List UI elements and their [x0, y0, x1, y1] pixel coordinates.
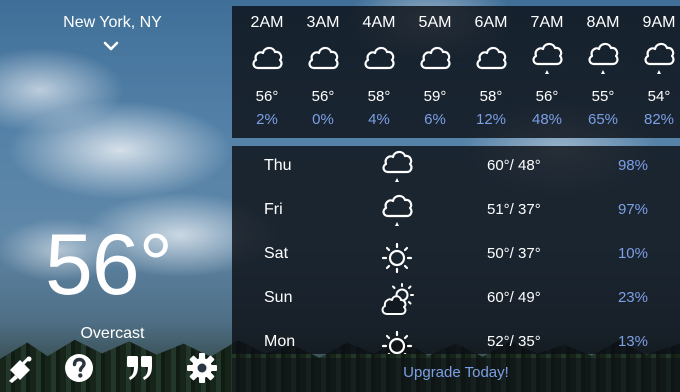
hour-temp: 56°: [311, 88, 335, 105]
day-precip: 13%: [617, 333, 648, 350]
hour-time: 3AM: [306, 14, 340, 31]
hour-temp: 58°: [367, 88, 391, 105]
hour-temp: 56°: [535, 88, 559, 105]
satellite-dish-icon[interactable]: [6, 352, 38, 384]
drizzle-icon: [644, 42, 675, 76]
daily-row[interactable]: Mon 52°/ 35° 13%: [232, 322, 680, 354]
day-high-low: 52°/ 35°: [487, 333, 541, 350]
location-name[interactable]: New York, NY: [0, 14, 225, 32]
cloud-icon: [252, 46, 283, 70]
hour-time: 8AM: [586, 14, 620, 31]
hour-precip: 6%: [424, 111, 446, 128]
hour-precip: 65%: [587, 111, 619, 128]
day-name: Fri: [264, 201, 283, 218]
day-precip: 10%: [617, 245, 648, 262]
chevron-down-icon[interactable]: [103, 40, 119, 52]
hour-temp: 55°: [591, 88, 615, 105]
hour-time: 6AM: [474, 14, 508, 31]
day-precip: 97%: [617, 201, 648, 218]
hour-precip: 4%: [368, 111, 390, 128]
hour-precip: 2%: [256, 111, 278, 128]
cloud-icon: [420, 46, 451, 70]
hour-precip: 12%: [475, 111, 507, 128]
current-temperature: 56°: [45, 217, 173, 313]
quote-icon[interactable]: [124, 352, 156, 384]
hour-precip: 82%: [643, 111, 675, 128]
day-name: Mon: [264, 333, 296, 350]
daily-row[interactable]: Thu 60°/ 48° 98%: [232, 146, 680, 190]
sun-icon: [381, 330, 413, 354]
day-high-low: 51°/ 37°: [487, 201, 541, 218]
current-condition: Overcast: [80, 325, 145, 342]
gear-icon[interactable]: [186, 352, 218, 384]
daily-row[interactable]: Fri 51°/ 37° 97%: [232, 190, 680, 234]
day-high-low: 60°/ 48°: [487, 157, 541, 174]
hour-temp: 59°: [423, 88, 447, 105]
hour-temp: 56°: [255, 88, 279, 105]
hour-time: 7AM: [530, 14, 564, 31]
drizzle-icon: [382, 194, 413, 228]
daily-row[interactable]: Sun 60°/ 49° 23%: [232, 278, 680, 322]
hour-time: 9AM: [642, 14, 676, 31]
hour-precip: 0%: [312, 111, 334, 128]
day-name: Thu: [264, 157, 292, 174]
hour-temp: 54°: [647, 88, 671, 105]
hour-time: 5AM: [418, 14, 452, 31]
daily-row[interactable]: Sat 50°/ 37° 10%: [232, 234, 680, 278]
hour-time: 4AM: [362, 14, 396, 31]
cloud-icon: [364, 46, 395, 70]
upgrade-button[interactable]: Upgrade Today!: [232, 358, 680, 392]
sun-icon: [381, 242, 413, 274]
day-precip: 23%: [617, 289, 648, 306]
hour-temp: 58°: [479, 88, 503, 105]
drizzle-icon: [532, 42, 563, 76]
day-high-low: 50°/ 37°: [487, 245, 541, 262]
day-precip: 98%: [617, 157, 648, 174]
hour-time: 2AM: [250, 14, 284, 31]
hour-precip: 48%: [531, 111, 563, 128]
day-high-low: 60°/ 49°: [487, 289, 541, 306]
help-icon[interactable]: [63, 352, 95, 384]
drizzle-icon: [588, 42, 619, 76]
partly-cloudy-icon: [381, 283, 414, 315]
day-name: Sat: [264, 245, 289, 262]
cloud-icon: [476, 46, 507, 70]
hourly-forecast-panel[interactable]: 2AM 56° 2% 3AM 56° 0% 4AM 58° 4% 5AM 59°…: [232, 6, 680, 138]
cloud-icon: [308, 46, 339, 70]
drizzle-icon: [382, 150, 413, 184]
daily-forecast-panel[interactable]: Thu 60°/ 48° 98% Fri 51°/ 37° 97% Sat 50…: [232, 146, 680, 354]
day-name: Sun: [264, 289, 293, 306]
